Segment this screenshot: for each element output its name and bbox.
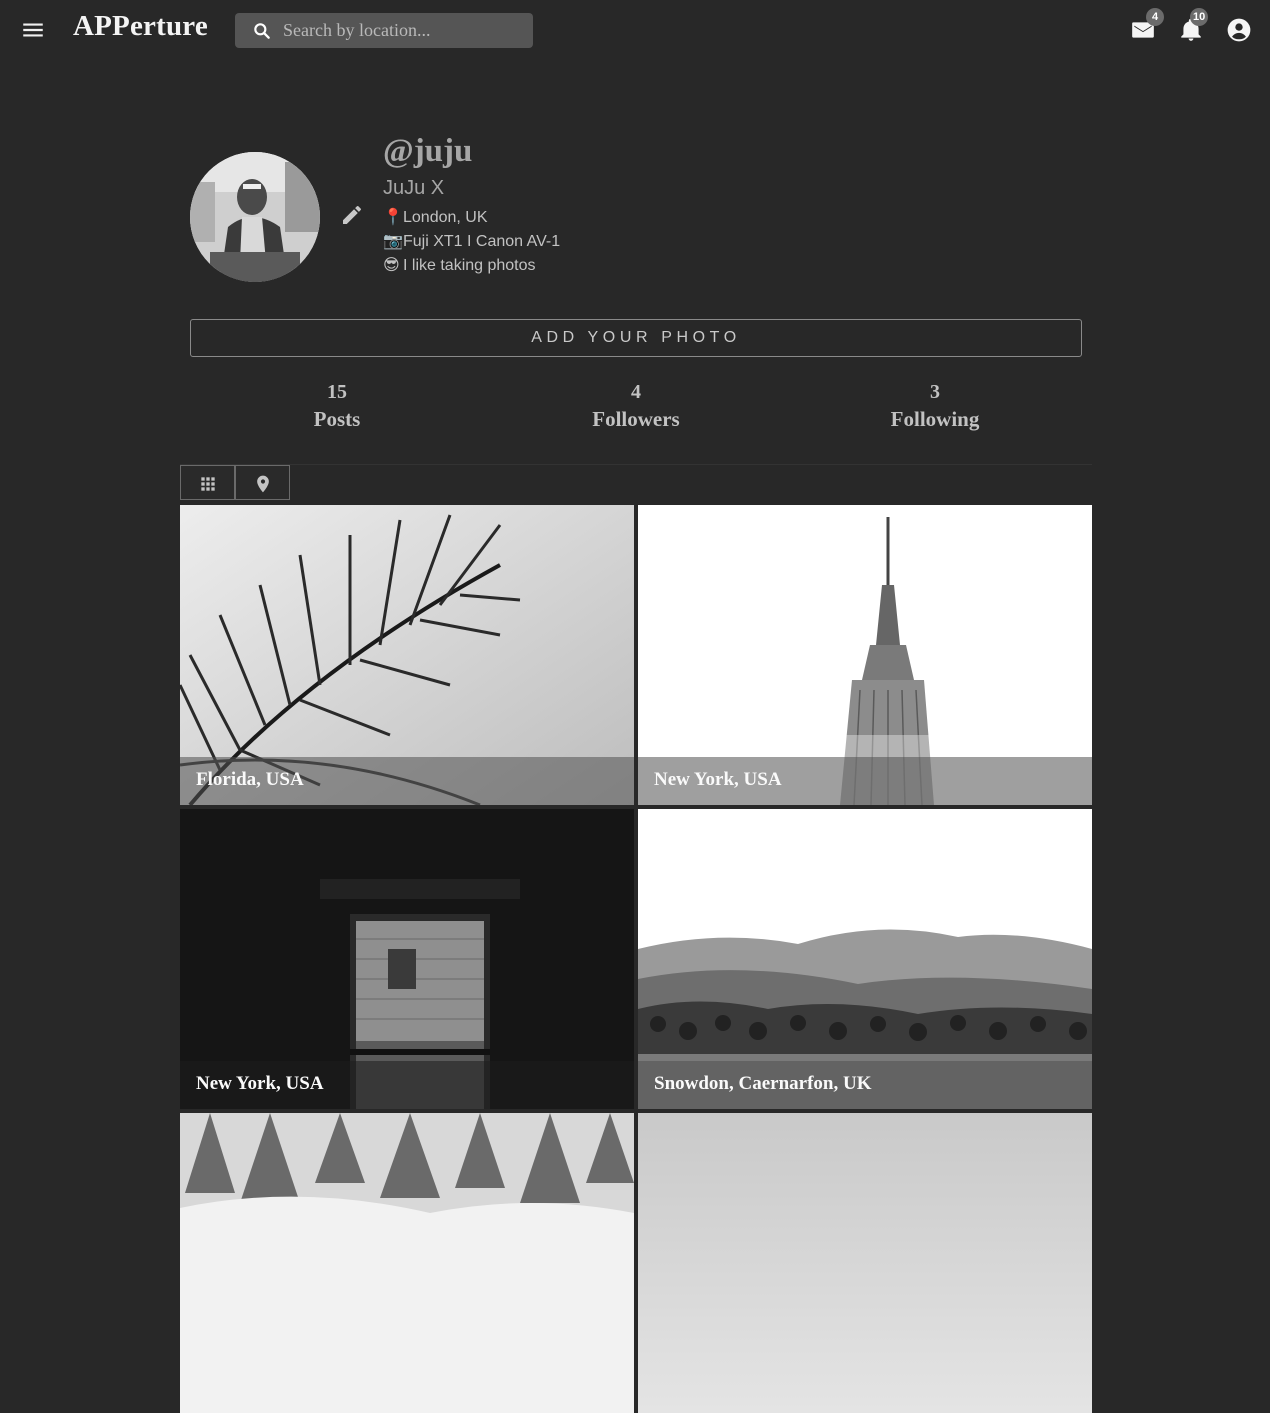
profile-full-name: JuJu X	[383, 177, 445, 199]
photo-location: New York, USA	[654, 769, 782, 790]
tab-map-view[interactable]	[235, 465, 290, 500]
photo-location: New York, USA	[196, 1073, 324, 1094]
avatar[interactable]	[190, 152, 320, 282]
divider	[180, 464, 1092, 465]
app-logo[interactable]: APPerture	[73, 10, 208, 43]
photo-image	[638, 1113, 1092, 1413]
app-bar: APPerture 4 10	[0, 0, 1270, 60]
grid-view-icon	[201, 477, 215, 491]
photo-card[interactable]: Florida, USA	[180, 505, 634, 805]
photo-caption: Florida, USA	[180, 757, 634, 805]
messages-button[interactable]: 4	[1130, 8, 1164, 43]
search-icon	[254, 23, 270, 39]
edit-profile-button[interactable]	[340, 203, 364, 227]
photo-card[interactable]: New York, USA	[638, 505, 1092, 805]
photo-caption: Snowdon, Caernarfon, UK	[638, 1061, 1092, 1109]
photo-image	[180, 1113, 634, 1413]
pin-icon: 📍	[383, 209, 403, 226]
photo-card[interactable]: New York, USA	[180, 809, 634, 1109]
account-icon	[1227, 18, 1251, 42]
map-pin-icon	[257, 475, 269, 493]
photo-location: Snowdon, Caernarfon, UK	[654, 1073, 872, 1094]
messages-badge: 4	[1146, 8, 1164, 26]
tab-grid-view[interactable]	[180, 465, 235, 500]
profile-username: @juju	[383, 133, 473, 169]
photo-card[interactable]	[180, 1113, 634, 1413]
menu-icon[interactable]	[20, 17, 46, 43]
search-input[interactable]	[283, 13, 523, 48]
search-box	[235, 13, 533, 48]
add-photo-button[interactable]: ADD YOUR PHOTO	[190, 319, 1082, 357]
bio-location: 📍London, UK	[383, 209, 488, 226]
account-button[interactable]	[1226, 17, 1252, 43]
bio-about: 😎 I like taking photos	[383, 257, 536, 274]
stat-posts[interactable]: 15 Posts	[237, 380, 437, 434]
camera-icon: 📷	[383, 233, 403, 250]
photo-card[interactable]	[638, 1113, 1092, 1413]
photo-caption: New York, USA	[180, 1061, 634, 1109]
notifications-button[interactable]: 10	[1178, 8, 1209, 43]
stat-followers[interactable]: 4 Followers	[536, 380, 736, 434]
notifications-badge: 10	[1190, 8, 1209, 26]
photo-caption: New York, USA	[638, 757, 1092, 805]
stat-following[interactable]: 3 Following	[835, 380, 1035, 434]
photo-card[interactable]: Snowdon, Caernarfon, UK	[638, 809, 1092, 1109]
pencil-icon	[343, 205, 361, 224]
sunglasses-icon: 😎	[383, 257, 400, 274]
photo-location: Florida, USA	[196, 769, 304, 790]
bio-camera: 📷Fuji XT1 I Canon AV-1	[383, 233, 561, 250]
